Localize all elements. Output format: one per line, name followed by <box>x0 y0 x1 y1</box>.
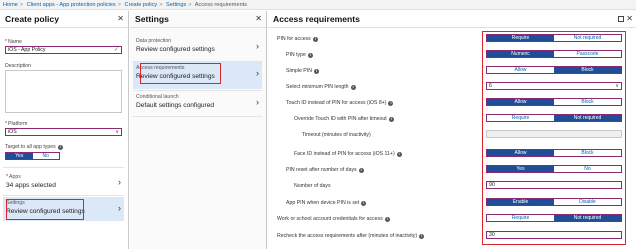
info-icon: i <box>384 216 390 222</box>
work-credentials-label: Work or school account credentials for a… <box>277 216 390 222</box>
pin-type-label: PIN type i <box>286 52 313 58</box>
platform-label: *Platform <box>5 121 28 127</box>
close-icon[interactable]: ✕ <box>117 14 124 23</box>
min-pin-length-label: Select minimum PIN length i <box>286 84 356 90</box>
chevron-right-icon: › <box>256 97 259 107</box>
target-label: Target to all app types i <box>5 144 63 150</box>
override-touch-id-label: Override Touch ID with PIN after timeout… <box>294 116 394 122</box>
chevron-right-icon: › <box>256 68 259 78</box>
chevron-down-icon: ∨ <box>115 129 119 135</box>
face-id-label: Face ID instead of PIN for access (iOS 1… <box>294 151 402 157</box>
app-pin-device-pin-label: App PIN when device PIN is set i <box>286 200 367 206</box>
pin-reset-label: PIN reset after number of days i <box>286 167 364 173</box>
apps-label: *Apps <box>6 174 21 180</box>
info-icon: i <box>396 151 402 157</box>
breadcrumb-create-policy[interactable]: Create policy <box>125 2 158 8</box>
description-textarea[interactable] <box>5 70 122 113</box>
conditional-launch-nav-item[interactable]: Conditional launch Default settings conf… <box>133 91 262 115</box>
description-label: Description <box>5 63 31 69</box>
highlight-box <box>6 199 84 220</box>
name-label: *Name <box>5 39 22 45</box>
info-icon: i <box>388 100 394 106</box>
close-icon[interactable]: ✕ <box>255 14 262 23</box>
breadcrumb-settings[interactable]: Settings <box>166 2 186 8</box>
breadcrumb-home[interactable]: Home <box>3 2 18 8</box>
nav-item-label: Data protection <box>136 38 172 44</box>
highlight-box <box>482 31 626 245</box>
apps-nav-item[interactable]: *Apps 34 apps selected › <box>3 171 124 195</box>
maximize-icon[interactable] <box>618 16 624 22</box>
blade-title: Create policy <box>5 14 59 24</box>
nav-item-value: Default settings configured <box>136 102 215 109</box>
chevron-right-icon: › <box>118 203 121 213</box>
info-icon: i <box>419 233 425 239</box>
breadcrumb-current: Access requirements <box>194 2 248 8</box>
target-toggle[interactable]: Yes No <box>5 152 60 160</box>
nav-item-label: Conditional launch <box>136 94 179 100</box>
info-icon: i <box>361 200 367 206</box>
create-policy-blade: Create policy ✕ *Name iOS - App Policy ✓ … <box>0 11 129 249</box>
settings-blade: Settings ✕ Data protection Review config… <box>130 11 267 249</box>
chevron-right-icon: › <box>118 177 121 187</box>
blade-title: Access requirements <box>273 14 360 24</box>
target-yes[interactable]: Yes <box>6 153 33 159</box>
blade-title: Settings <box>135 14 169 24</box>
apps-value: 34 apps selected <box>6 182 56 189</box>
info-icon: i <box>57 144 63 150</box>
info-icon: i <box>313 68 319 74</box>
number-of-days-label: Number of days <box>294 183 331 189</box>
close-icon[interactable]: ✕ <box>626 14 633 23</box>
check-icon: ✓ <box>113 47 119 53</box>
nav-item-value: Review configured settings <box>136 46 215 53</box>
chevron-right-icon: › <box>256 41 259 51</box>
name-input[interactable]: iOS - App Policy ✓ <box>5 46 122 54</box>
info-icon: i <box>350 84 356 90</box>
platform-select[interactable]: iOS ∨ <box>5 128 122 136</box>
breadcrumb-client-apps[interactable]: Client apps - App protection policies <box>27 2 116 8</box>
recheck-label: Recheck the access requirements after (m… <box>277 233 425 239</box>
access-requirements-blade: Access requirements ✕ PIN for access i PI… <box>268 11 636 249</box>
target-no[interactable]: No <box>33 153 60 159</box>
simple-pin-label: Simple PIN i <box>286 68 319 74</box>
touch-id-label: Touch ID instead of PIN for access (iOS … <box>286 100 394 106</box>
info-icon: i <box>307 52 313 58</box>
info-icon: i <box>312 36 318 42</box>
breadcrumb: Home > Client apps - App protection polic… <box>0 0 636 10</box>
highlight-box <box>140 63 221 84</box>
info-icon: i <box>358 167 364 173</box>
data-protection-nav-item[interactable]: Data protection Review configured settin… <box>133 35 262 59</box>
timeout-label: Timeout (minutes of inactivity) <box>302 132 371 138</box>
info-icon: i <box>388 116 394 122</box>
pin-for-access-label: PIN for access i <box>277 36 318 42</box>
